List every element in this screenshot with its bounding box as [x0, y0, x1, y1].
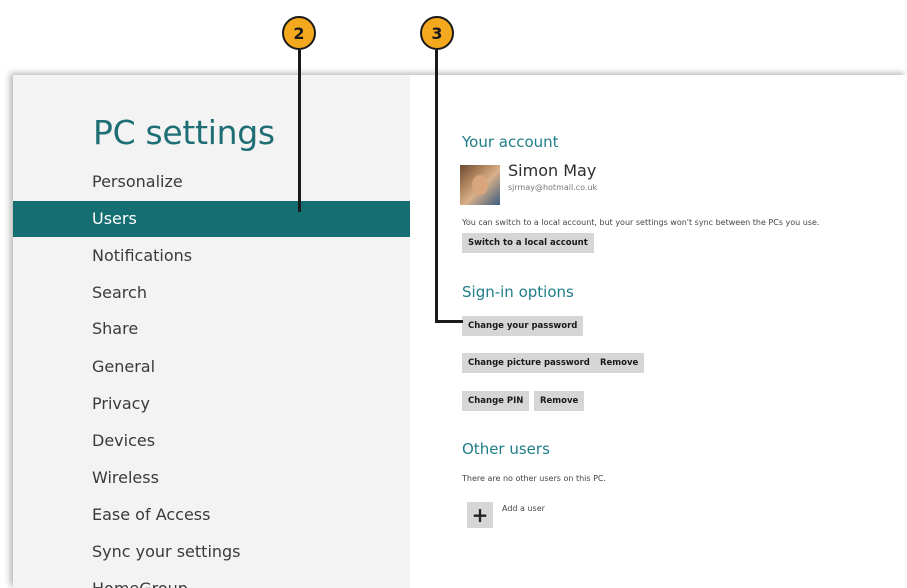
nav-item-sync-settings[interactable]: Sync your settings — [13, 534, 410, 570]
nav-item-homegroup[interactable]: HomeGroup — [13, 571, 410, 588]
remove-picture-password-button[interactable]: Remove — [594, 353, 645, 373]
nav-item-privacy[interactable]: Privacy — [13, 386, 410, 422]
add-user-plus-icon[interactable]: + — [467, 502, 493, 528]
other-users-heading: Other users — [462, 440, 550, 458]
avatar — [460, 165, 500, 205]
your-account-heading: Your account — [462, 133, 559, 151]
nav-item-search[interactable]: Search — [13, 275, 410, 311]
callout-2-line — [298, 50, 301, 212]
pc-settings-window: PC settings Personalize Users Notificati… — [13, 75, 907, 588]
add-user-label[interactable]: Add a user — [502, 504, 545, 513]
callout-3-connector — [435, 320, 463, 323]
callout-2: 2 — [282, 16, 316, 50]
remove-pin-button[interactable]: Remove — [534, 391, 585, 411]
account-name: Simon May — [508, 161, 597, 180]
change-password-button[interactable]: Change your password — [462, 316, 584, 336]
nav-item-ease-of-access[interactable]: Ease of Access — [13, 497, 410, 533]
avatar-face — [472, 175, 488, 195]
nav-item-notifications[interactable]: Notifications — [13, 238, 410, 274]
nav-item-devices[interactable]: Devices — [13, 423, 410, 459]
callout-3-line — [435, 50, 438, 323]
settings-nav-pane: PC settings Personalize Users Notificati… — [13, 75, 410, 588]
sign-in-options-heading: Sign-in options — [462, 283, 574, 301]
switch-local-account-button[interactable]: Switch to a local account — [462, 233, 594, 253]
nav-item-users[interactable]: Users — [13, 201, 410, 237]
nav-item-general[interactable]: General — [13, 349, 410, 385]
nav-item-personalize[interactable]: Personalize — [13, 164, 410, 200]
callout-3: 3 — [420, 16, 454, 50]
settings-content-pane: Your account Simon May sjrmay@hotmail.co… — [410, 75, 907, 588]
nav-item-wireless[interactable]: Wireless — [13, 460, 410, 496]
local-account-info: You can switch to a local account, but y… — [462, 218, 820, 227]
change-picture-password-button[interactable]: Change picture password — [462, 353, 596, 373]
nav-item-share[interactable]: Share — [13, 311, 410, 347]
change-pin-button[interactable]: Change PIN — [462, 391, 530, 411]
no-other-users-text: There are no other users on this PC. — [462, 474, 607, 483]
account-email: sjrmay@hotmail.co.uk — [508, 183, 598, 192]
page-title: PC settings — [93, 113, 275, 152]
